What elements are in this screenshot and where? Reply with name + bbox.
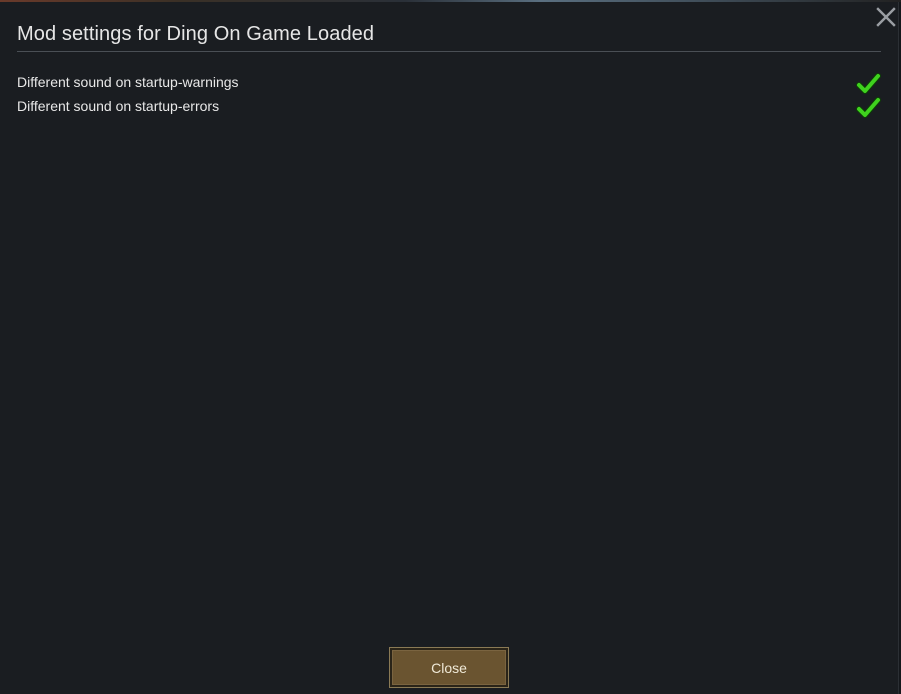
title-divider bbox=[17, 51, 881, 52]
checkmark-icon[interactable] bbox=[856, 96, 882, 120]
dialog-title: Mod settings for Ding On Game Loaded bbox=[17, 23, 375, 45]
close-x-icon[interactable] bbox=[875, 6, 897, 28]
setting-row-startup-errors[interactable]: Different sound on startup-errors bbox=[17, 96, 883, 120]
setting-label: Different sound on startup-errors bbox=[17, 98, 220, 114]
close-button-label: Close bbox=[431, 659, 467, 676]
close-button[interactable]: Close bbox=[389, 647, 509, 688]
checkmark-icon[interactable] bbox=[856, 72, 882, 96]
setting-label: Different sound on startup-warnings bbox=[17, 74, 239, 90]
mod-settings-dialog: Mod settings for Ding On Game Loaded Dif… bbox=[0, 2, 899, 694]
setting-row-startup-warnings[interactable]: Different sound on startup-warnings bbox=[17, 72, 883, 96]
